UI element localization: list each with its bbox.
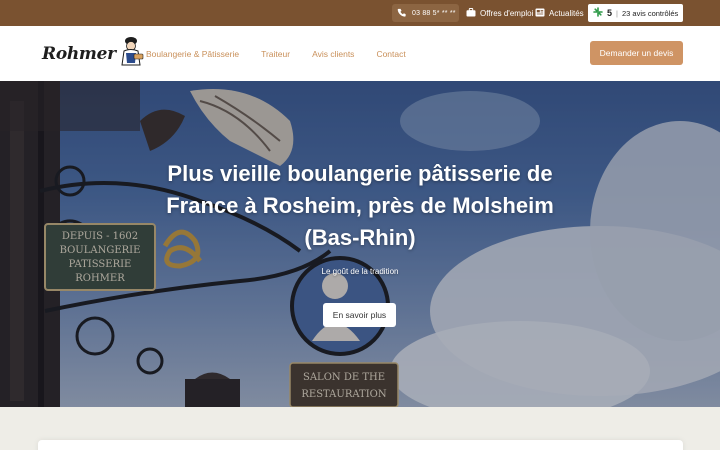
- rating-score: 5: [607, 8, 613, 18]
- verified-reviews-icon: [593, 7, 603, 19]
- rating-label: 23 avis contrôlés: [621, 8, 679, 18]
- reviews-badge[interactable]: 5 | 23 avis contrôlés: [588, 4, 683, 22]
- site-header: Rohmer Boulangerie & Pâtisserie Traiteur…: [0, 26, 720, 81]
- nav-bakery[interactable]: Boulangerie & Pâtisserie: [146, 49, 239, 59]
- phone-icon: [397, 8, 406, 19]
- quote-request-button[interactable]: Demander un devis: [590, 41, 683, 65]
- newspaper-icon: [535, 8, 545, 19]
- hero-banner: DEPUIS - 1602 BOULANGERIE PATISSERIE ROH…: [0, 81, 720, 407]
- logo-text: Rohmer: [42, 44, 116, 64]
- hero-subtitle: Le goût de la tradition: [321, 267, 399, 276]
- baker-mascot-icon: [117, 35, 145, 74]
- nav-contact[interactable]: Contact: [376, 49, 405, 59]
- nav-catering[interactable]: Traiteur: [261, 49, 290, 59]
- top-bar: 03 88 5* ** ** Offres d'emploi Actualité…: [0, 0, 720, 26]
- rating-separator: |: [616, 8, 618, 18]
- jobs-link[interactable]: Offres d'emploi: [466, 4, 533, 22]
- learn-more-button[interactable]: En savoir plus: [323, 303, 396, 327]
- content-section: [0, 407, 720, 450]
- news-link[interactable]: Actualités: [535, 4, 584, 22]
- nav-reviews[interactable]: Avis clients: [312, 49, 354, 59]
- news-label: Actualités: [549, 8, 584, 18]
- phone-link[interactable]: 03 88 5* ** **: [392, 4, 459, 22]
- logo[interactable]: Rohmer: [42, 36, 145, 72]
- hero-title: Plus vieille boulangerie pâtisserie de F…: [166, 161, 554, 250]
- phone-number: 03 88 5* ** **: [412, 9, 456, 17]
- main-nav: Boulangerie & Pâtisserie Traiteur Avis c…: [146, 26, 406, 81]
- briefcase-icon: [466, 7, 476, 19]
- jobs-label: Offres d'emploi: [480, 8, 534, 18]
- content-card: [38, 440, 683, 450]
